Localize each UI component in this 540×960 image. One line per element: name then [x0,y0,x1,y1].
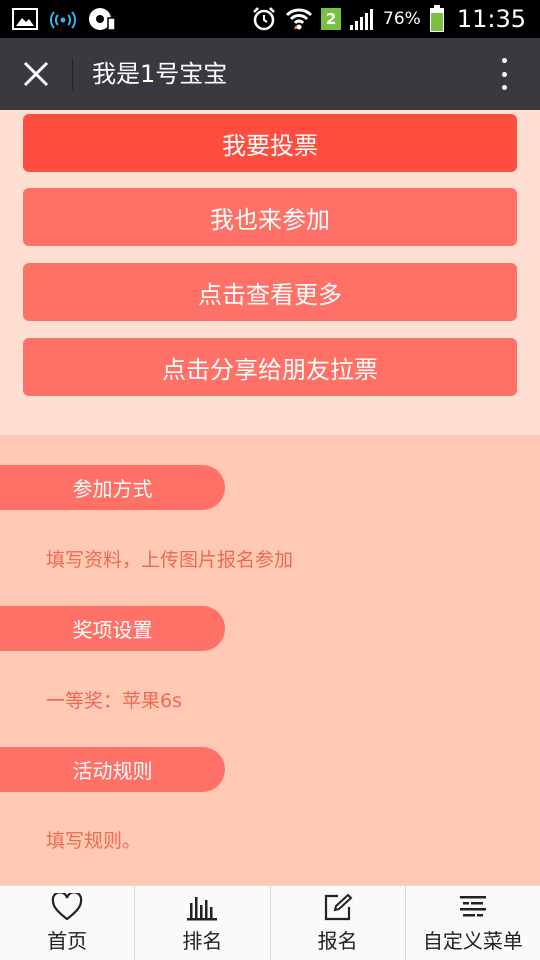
status-bar: 2 76% 11:35 [0,0,540,38]
heart-icon [51,892,83,920]
nav-signup[interactable]: 报名 [271,886,406,960]
close-button[interactable] [14,56,58,92]
join-button[interactable]: 我也来参加 [23,188,517,246]
battery-percent: 76% [383,9,421,29]
nav-ranking-label: 排名 [182,928,223,953]
bar-chart-icon [187,896,218,920]
section-title-participation: 参加方式 [0,465,225,510]
more-options-button[interactable] [492,54,516,94]
section-title-prizes: 奖项设置 [0,606,225,651]
nav-home[interactable]: 首页 [0,886,136,960]
edit-icon [324,893,353,920]
vote-button[interactable]: 我要投票 [23,114,517,172]
signal-icon [350,9,374,30]
nav-ranking[interactable]: 排名 [135,886,271,960]
clock: 11:35 [456,5,526,33]
section-text-rules: 填写规则。 [46,830,142,852]
wifi-icon [285,8,313,30]
title-bar: 我是1号宝宝 [0,38,540,110]
status-left-icons [12,6,116,32]
view-more-button[interactable]: 点击查看更多 [23,263,517,321]
page-title: 我是1号宝宝 [92,60,228,88]
close-icon [23,61,49,87]
gallery-icon [12,8,38,30]
title-divider [72,58,73,90]
menu-icon [459,895,486,916]
battery-icon [429,5,444,32]
section-text-participation: 填写资料，上传图片报名参加 [46,549,294,571]
share-button[interactable]: 点击分享给朋友拉票 [23,338,517,396]
action-buttons-section: 我要投票 我也来参加 点击查看更多 点击分享给朋友拉票 [0,110,540,435]
more-dot-icon [501,85,507,90]
nav-custom-menu-label: 自定义菜单 [422,928,523,953]
more-dot-icon [501,58,507,63]
nav-custom-menu[interactable]: 自定义菜单 [406,886,540,960]
nav-signup-label: 报名 [317,928,358,953]
nav-home-label: 首页 [47,928,88,953]
more-dot-icon [501,71,507,77]
sim-badge: 2 [321,8,342,30]
wifi-hotspot-icon [50,11,76,29]
section-text-prizes: 一等奖：苹果6s [46,690,182,712]
status-right-icons: 2 76% 11:35 [251,0,526,38]
sync-disc-icon [89,8,116,31]
section-title-rules: 活动规则 [0,747,225,792]
bottom-nav: 首页 排名 报名 自定义菜单 [0,885,540,960]
alarm-icon [253,7,275,31]
